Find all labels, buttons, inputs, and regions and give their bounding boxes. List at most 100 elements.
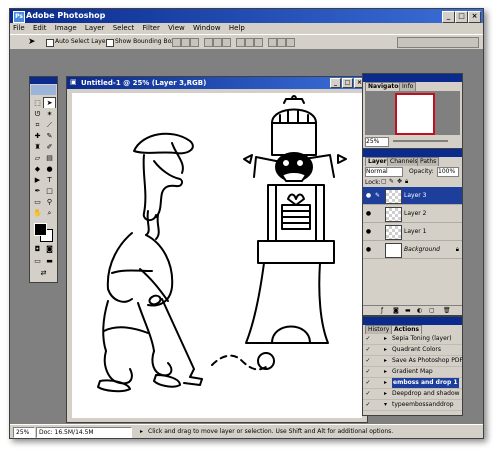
align-left-icon[interactable] — [204, 38, 213, 47]
new-layer-icon[interactable]: ▢ — [429, 307, 435, 314]
check-icon[interactable]: ✓ — [364, 378, 372, 388]
distribute-bottom-icon[interactable] — [254, 38, 263, 47]
eye-icon[interactable]: ● — [365, 246, 372, 253]
check-icon[interactable]: ✓ — [364, 334, 372, 344]
app-title: Adobe Photoshop — [26, 11, 106, 20]
menu-bar: File Edit Image Layer Select Filter View… — [10, 23, 483, 34]
tab-paths[interactable]: Paths — [417, 157, 440, 166]
eye-icon[interactable]: ● — [365, 210, 372, 217]
lock-move-icon[interactable]: ✥ — [397, 178, 402, 185]
lock-all-icon[interactable]: 🔒︎ — [405, 178, 408, 186]
menu-file[interactable]: File — [10, 23, 28, 33]
layer-row-layer-3[interactable]: ● ✎ Layer 3 — [363, 187, 462, 205]
menu-filter[interactable]: Filter — [140, 23, 163, 33]
eye-icon[interactable]: ● — [365, 192, 372, 199]
layer-name: Layer 3 — [404, 192, 427, 199]
jump-to-imageready-icon[interactable]: ⇄ — [37, 267, 50, 279]
action-row[interactable]: ✓ ▸ Gradient Map — [363, 367, 462, 378]
layer-row-layer-1[interactable]: ● Layer 1 — [363, 223, 462, 241]
action-row[interactable]: ✓ ▸ Save As Photoshop PDF — [363, 356, 463, 367]
actions-panel: History Actions ✓ ▸ Sepia Toning (layer) ✓… — [362, 316, 463, 416]
layer-thumbnail — [385, 189, 402, 204]
auto-select-label: Auto Select Layer — [55, 38, 108, 45]
check-icon[interactable]: ✓ — [364, 389, 372, 399]
menu-help[interactable]: Help — [226, 23, 248, 33]
bounding-box-checkbox[interactable] — [106, 39, 114, 47]
lock-brush-icon[interactable]: ✎ — [389, 178, 394, 185]
menu-image[interactable]: Image — [52, 23, 80, 33]
expand-arrow-icon[interactable]: ▸ — [384, 334, 387, 344]
lock-transparency-icon[interactable]: ▢ — [381, 178, 387, 185]
navigator-zoom-slider[interactable] — [393, 140, 448, 142]
quick-mask-icon[interactable]: ◙ — [43, 243, 56, 255]
palette-well[interactable] — [397, 37, 479, 48]
action-row[interactable]: ✓ ▾ typeembossanddrop — [363, 400, 462, 411]
expand-arrow-icon[interactable]: ▸ — [384, 367, 387, 377]
check-icon[interactable]: ✓ — [364, 356, 372, 366]
opacity-field[interactable]: 100% — [437, 167, 459, 177]
auto-select-checkbox[interactable] — [46, 39, 54, 47]
menu-window[interactable]: Window — [190, 23, 224, 33]
navigator-zoom-field[interactable]: 25% — [365, 137, 389, 147]
photoshop-app-icon: Ps — [13, 11, 25, 23]
layer-thumbnail — [385, 225, 402, 240]
layer-style-icon[interactable]: ƒ — [381, 307, 383, 314]
layer-mask-icon[interactable]: ◙ — [393, 307, 399, 314]
tab-history[interactable]: History — [365, 325, 393, 334]
distribute-middle-icon[interactable] — [245, 38, 254, 47]
align-top-icon[interactable] — [172, 38, 181, 47]
action-row[interactable]: ✓ ▸ Deepdrop and shadow — [363, 389, 462, 400]
layer-row-background[interactable]: ● Background 🔒︎ — [363, 241, 462, 259]
tower-figure — [243, 95, 347, 344]
distribute-center-icon[interactable] — [277, 38, 286, 47]
screen-mode-full-icon[interactable]: ▬ — [43, 255, 56, 267]
layer-row-layer-2[interactable]: ● Layer 2 — [363, 205, 462, 223]
expand-arrow-icon[interactable]: ▸ — [384, 389, 387, 399]
align-bottom-icon[interactable] — [190, 38, 199, 47]
lock-icon: 🔒︎ — [455, 246, 459, 253]
menu-select[interactable]: Select — [110, 23, 138, 33]
eye-icon[interactable]: ● — [365, 228, 372, 235]
expand-arrow-icon[interactable]: ▸ — [384, 345, 387, 355]
status-doc-size[interactable]: Doc: 16.5M/14.5M — [36, 427, 132, 438]
doc-minimize-button[interactable]: _ — [330, 78, 341, 88]
align-center-icon[interactable] — [213, 38, 222, 47]
align-middle-icon[interactable] — [181, 38, 190, 47]
tab-actions[interactable]: Actions — [391, 325, 423, 334]
check-icon[interactable]: ✓ — [364, 400, 372, 410]
check-icon[interactable]: ✓ — [364, 367, 372, 377]
action-row-selected[interactable]: ✓ ▸ emboss and drop 1 — [363, 378, 462, 389]
adobe-logo-icon[interactable] — [31, 85, 56, 95]
image-canvas[interactable] — [72, 93, 362, 418]
close-button[interactable]: × — [468, 11, 481, 23]
minimize-button[interactable]: _ — [442, 11, 455, 23]
tab-channels[interactable]: Channels — [387, 157, 421, 166]
status-arrow-icon[interactable]: ▸ — [140, 428, 143, 435]
adjustment-layer-icon[interactable]: ◐ — [417, 307, 422, 314]
align-right-icon[interactable] — [222, 38, 231, 47]
distribute-left-icon[interactable] — [268, 38, 277, 47]
zoom-tool-icon[interactable]: ⌕ — [43, 207, 56, 219]
menu-view[interactable]: View — [165, 23, 188, 33]
blend-mode-select[interactable]: Normal — [365, 167, 403, 177]
trash-icon[interactable]: 🗑︎ — [443, 307, 451, 314]
status-zoom-field[interactable]: 25% — [13, 427, 35, 438]
move-tool-icon[interactable]: ➤ — [28, 37, 36, 47]
foreground-color-swatch[interactable] — [34, 223, 47, 236]
navigator-preview[interactable] — [365, 91, 460, 135]
check-icon[interactable]: ✓ — [364, 345, 372, 355]
menu-layer[interactable]: Layer — [82, 23, 108, 33]
expand-arrow-icon[interactable]: ▾ — [384, 400, 387, 410]
distribute-top-icon[interactable] — [236, 38, 245, 47]
menu-edit[interactable]: Edit — [30, 23, 50, 33]
new-set-icon[interactable]: ▬ — [405, 307, 411, 314]
maximize-button[interactable]: □ — [455, 11, 468, 23]
action-row[interactable]: ✓ ▸ Quadrant Colors — [363, 345, 462, 356]
action-row[interactable]: ✓ ▸ Sepia Toning (layer) — [363, 334, 462, 345]
doc-maximize-button[interactable]: □ — [342, 78, 353, 88]
navigator-view-box[interactable] — [395, 93, 435, 135]
distribute-right-icon[interactable] — [286, 38, 295, 47]
tab-info[interactable]: Info — [399, 82, 417, 91]
expand-arrow-icon[interactable]: ▸ — [384, 378, 387, 388]
expand-arrow-icon[interactable]: ▸ — [384, 356, 387, 366]
